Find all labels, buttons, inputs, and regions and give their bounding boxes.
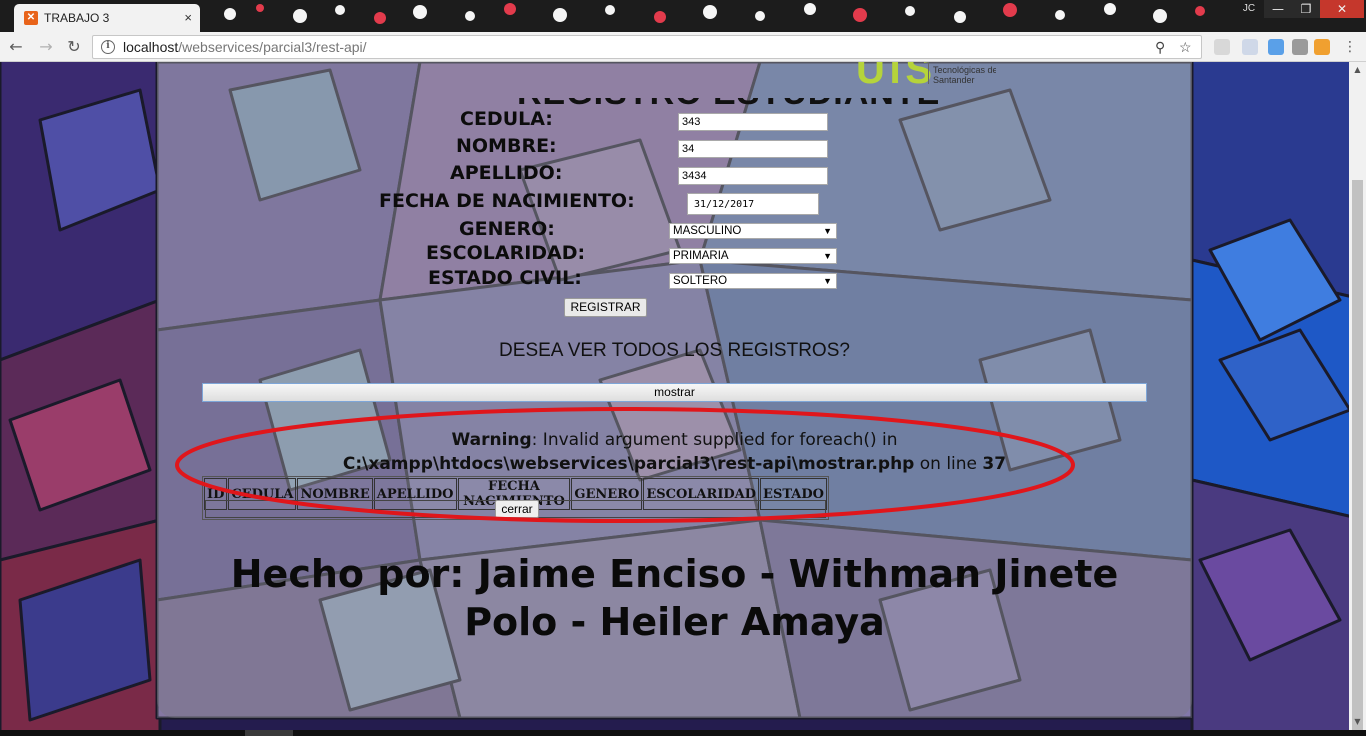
extension-gray-icon[interactable] xyxy=(1292,39,1308,55)
warning-message: : Invalid argument supplied for foreach(… xyxy=(531,430,898,450)
cedula-label: CEDULA: xyxy=(460,108,553,130)
window-controls: — ❐ ✕ xyxy=(1264,0,1364,18)
escolaridad-select[interactable]: PRIMARIA ▼ xyxy=(669,248,837,264)
fecha-nacimiento-label: FECHA DE NACIMIENTO: xyxy=(379,190,635,212)
scrollbar-thumb[interactable] xyxy=(1352,180,1363,736)
logo-mark: UTS xyxy=(856,62,932,88)
authors-footer: Hecho por: Jaime Enciso - Withman Jinete… xyxy=(157,550,1192,646)
scroll-up-icon[interactable]: ▲ xyxy=(1349,62,1366,78)
escolaridad-selected-value: PRIMARIA xyxy=(673,250,729,262)
fecha-nacimiento-input[interactable] xyxy=(687,193,819,215)
extension-cube-icon[interactable] xyxy=(1242,39,1258,55)
tab-title: TRABAJO 3 xyxy=(44,11,110,25)
mostrar-button[interactable]: mostrar xyxy=(202,383,1147,402)
genero-selected-value: MASCULINO xyxy=(673,225,742,237)
extension-blue-icon[interactable] xyxy=(1268,39,1284,55)
view-records-question: DESEA VER TODOS LOS REGISTROS? xyxy=(499,340,850,361)
profile-badge[interactable]: JC xyxy=(1238,1,1260,17)
forward-icon[interactable]: → xyxy=(36,37,56,57)
page-scrollbar[interactable]: ▲ ▼ xyxy=(1349,62,1366,736)
browser-tab[interactable]: ✕ TRABAJO 3 × xyxy=(14,4,200,32)
estado-civil-selected-value: SOLTERO xyxy=(673,275,728,287)
dropdown-arrow-icon: ▼ xyxy=(823,276,832,286)
close-window-button[interactable]: ✕ xyxy=(1320,0,1364,18)
extension-pdf-icon[interactable] xyxy=(1214,39,1230,55)
address-bar[interactable]: i localhost/webservices/parcial3/rest-ap… xyxy=(92,35,1202,59)
bookmark-star-icon[interactable]: ☆ xyxy=(1179,39,1192,56)
dropdown-arrow-icon: ▼ xyxy=(823,251,832,261)
url-path: /webservices/parcial3/rest-api/ xyxy=(178,39,367,55)
xampp-favicon-icon: ✕ xyxy=(24,11,38,25)
taskbar-active-item[interactable] xyxy=(245,730,293,736)
os-taskbar xyxy=(0,730,1366,736)
zoom-icon[interactable]: ⚲ xyxy=(1155,39,1165,56)
maximize-button[interactable]: ❐ xyxy=(1292,0,1320,18)
cerrar-button[interactable]: cerrar xyxy=(495,500,539,518)
authors-line-1: Hecho por: Jaime Enciso - Withman Jinete xyxy=(230,552,1119,596)
php-warning: Warning: Invalid argument supplied for f… xyxy=(157,428,1192,476)
records-table: ID CEDULA NOMBRE APELLIDO FECHA NACIMIEN… xyxy=(202,476,829,520)
logo-divider xyxy=(928,62,929,84)
back-icon[interactable]: ← xyxy=(6,37,26,57)
browser-toolbar: ← → ↻ i localhost/webservices/parcial3/r… xyxy=(0,32,1366,62)
url-host: localhost xyxy=(123,39,179,55)
genero-select[interactable]: MASCULINO ▼ xyxy=(669,223,837,239)
page-heading-text: REGISTRO ESTUDIANTE xyxy=(517,98,1017,110)
logo-subtitle: Tecnológicas de Santander xyxy=(933,65,996,85)
site-info-icon[interactable]: i xyxy=(101,40,115,54)
uts-logo: UTS Tecnológicas de Santander xyxy=(856,62,996,88)
reload-icon[interactable]: ↻ xyxy=(64,37,84,57)
extension-orange-icon[interactable] xyxy=(1314,39,1330,55)
warning-file: C:\xampp\htdocs\webservices\parcial3\res… xyxy=(342,454,915,474)
scroll-down-icon[interactable]: ▼ xyxy=(1349,714,1366,730)
registrar-button[interactable]: REGISTRAR xyxy=(564,298,647,317)
genero-label: GENERO: xyxy=(459,218,555,240)
chrome-menu-icon[interactable]: ⋮ xyxy=(1340,37,1360,57)
theme-pattern xyxy=(224,3,1205,24)
warning-on-line: on line xyxy=(914,454,983,474)
authors-line-2: Polo - Heiler Amaya xyxy=(464,600,885,644)
dropdown-arrow-icon: ▼ xyxy=(823,226,832,236)
browser-titlebar: ✕ TRABAJO 3 × JC — ❐ ✕ xyxy=(0,0,1366,32)
nombre-label: NOMBRE: xyxy=(456,135,557,157)
warning-line-number: 37 xyxy=(982,454,1007,474)
tab-close-icon[interactable]: × xyxy=(184,10,192,25)
estado-civil-select[interactable]: SOLTERO ▼ xyxy=(669,273,837,289)
minimize-button[interactable]: — xyxy=(1264,0,1292,18)
estado-civil-label: ESTADO CIVIL: xyxy=(428,267,582,289)
warning-label: Warning xyxy=(451,430,532,450)
apellido-label: APELLIDO: xyxy=(450,162,563,184)
main-card: REGISTRO ESTUDIANTE CEDULA: NOMBRE: APEL… xyxy=(157,62,1192,718)
apellido-input[interactable] xyxy=(678,167,828,185)
escolaridad-label: ESCOLARIDAD: xyxy=(426,242,586,264)
cedula-input[interactable] xyxy=(678,113,828,131)
nombre-input[interactable] xyxy=(678,140,828,158)
